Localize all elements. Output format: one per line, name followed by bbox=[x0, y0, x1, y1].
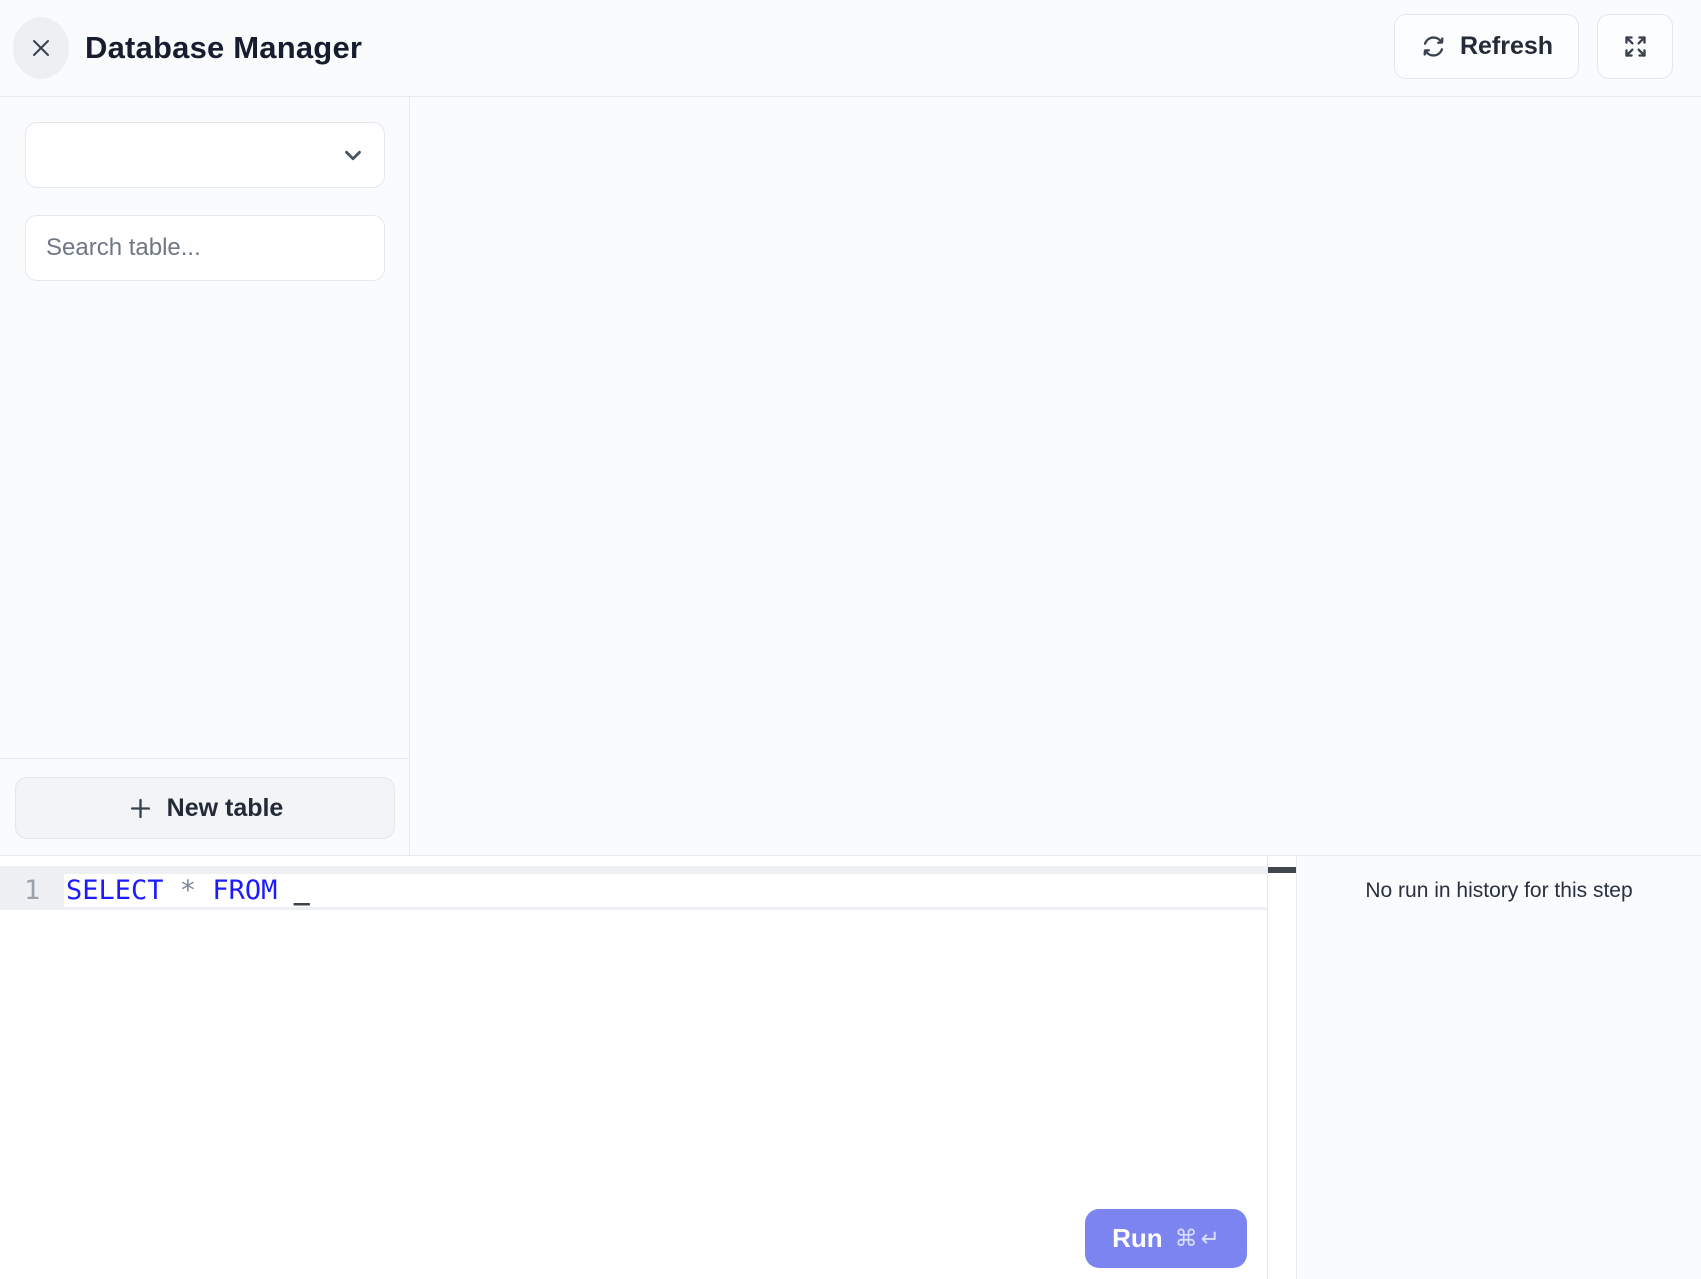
search-table-input[interactable] bbox=[25, 215, 385, 281]
new-table-button[interactable]: New table bbox=[15, 777, 395, 839]
main-area: New table bbox=[0, 97, 1701, 855]
command-key-icon: ⌘ bbox=[1175, 1226, 1198, 1252]
query-section: 1 SELECT * FROM _ Run ⌘ ↵ No run in hist… bbox=[0, 855, 1701, 1279]
chevron-down-icon bbox=[340, 142, 366, 168]
history-empty-message: No run in history for this step bbox=[1297, 879, 1701, 903]
sidebar-footer: New table bbox=[0, 759, 409, 855]
refresh-button-label: Refresh bbox=[1460, 32, 1553, 61]
run-button[interactable]: Run ⌘ ↵ bbox=[1085, 1209, 1247, 1268]
refresh-button[interactable]: Refresh bbox=[1394, 14, 1579, 79]
sql-keyword-from: FROM bbox=[212, 875, 293, 906]
scrollbar-thumb[interactable] bbox=[1268, 867, 1296, 873]
page-title: Database Manager bbox=[85, 30, 362, 66]
refresh-icon bbox=[1420, 33, 1447, 60]
run-history-panel: No run in history for this step bbox=[1297, 856, 1701, 1279]
run-button-label: Run bbox=[1112, 1223, 1163, 1254]
new-table-button-label: New table bbox=[167, 794, 284, 823]
plus-icon bbox=[127, 795, 154, 822]
sidebar: New table bbox=[0, 97, 410, 855]
sidebar-controls bbox=[0, 97, 409, 306]
table-view-canvas bbox=[410, 97, 1701, 855]
expand-button[interactable] bbox=[1597, 14, 1673, 79]
expand-arrows-icon bbox=[1622, 33, 1649, 60]
line-number: 1 bbox=[24, 874, 40, 907]
close-button[interactable] bbox=[13, 17, 69, 79]
sql-editor[interactable]: 1 SELECT * FROM _ Run ⌘ ↵ bbox=[0, 856, 1267, 1279]
text-cursor: _ bbox=[294, 875, 310, 906]
sql-code-line[interactable]: SELECT * FROM _ bbox=[66, 874, 310, 907]
run-shortcut: ⌘ ↵ bbox=[1175, 1226, 1220, 1252]
enter-key-icon: ↵ bbox=[1201, 1226, 1220, 1252]
sql-keyword-select: SELECT bbox=[66, 875, 180, 906]
header: Database Manager Refresh bbox=[0, 0, 1701, 97]
database-manager-window: Database Manager Refresh bbox=[0, 0, 1701, 1279]
sql-operator-star: * bbox=[180, 875, 213, 906]
close-icon bbox=[29, 36, 53, 60]
editor-scrollbar[interactable] bbox=[1267, 856, 1297, 1279]
header-actions: Refresh bbox=[1394, 14, 1673, 79]
table-select-dropdown[interactable] bbox=[25, 122, 385, 188]
